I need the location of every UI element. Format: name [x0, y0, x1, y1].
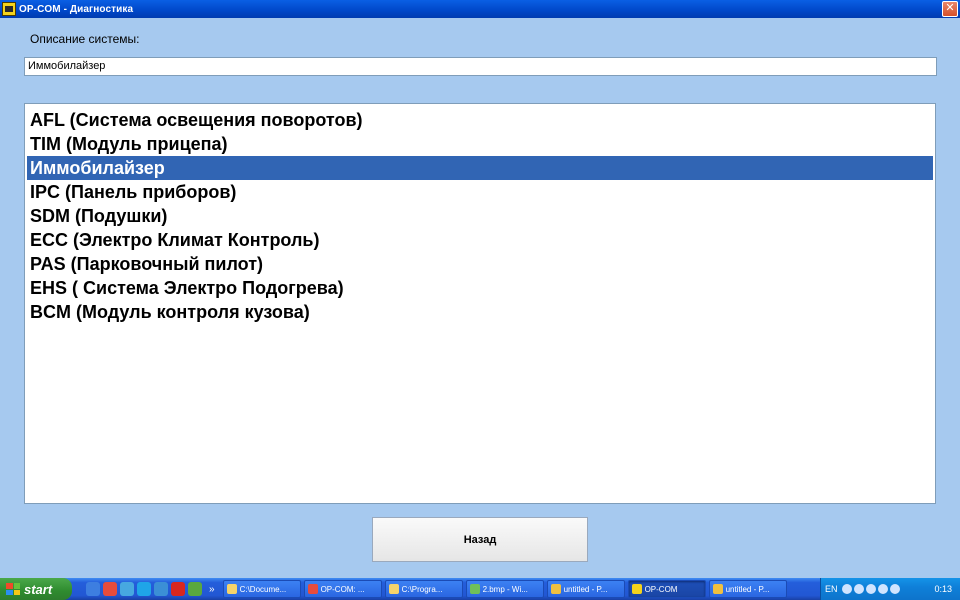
list-item-ecc[interactable]: ECC (Электро Климат Контроль) [27, 228, 933, 252]
image-icon [469, 584, 480, 594]
window-title: OP-COM - Диагностика [19, 3, 134, 15]
task-button-documents[interactable]: C:\Docume... [222, 580, 301, 598]
task-button-opcom-chrome[interactable]: OP-COM: ... [303, 580, 382, 598]
title-bar: OP-COM - Диагностика ✕ [0, 0, 960, 18]
opcom-app-icon [2, 2, 16, 16]
windows-flag-icon [6, 583, 20, 595]
chrome-icon[interactable] [103, 582, 117, 596]
list-item-pas[interactable]: PAS (Парковочный пилот) [27, 252, 933, 276]
paint-icon [712, 584, 723, 594]
list-item-ipc[interactable]: IPC (Панель приборов) [27, 180, 933, 204]
quick-launch: » [86, 582, 215, 596]
clock: 0:13 [934, 584, 952, 594]
start-label: start [24, 581, 53, 597]
opcom-icon [631, 584, 642, 594]
ie-icon[interactable] [86, 582, 100, 596]
systems-list[interactable]: AFL (Система освещения поворотов) TIM (М… [24, 103, 936, 504]
skype-icon[interactable] [137, 582, 151, 596]
list-item-sdm[interactable]: SDM (Подушки) [27, 204, 933, 228]
back-button[interactable]: Назад [372, 517, 588, 562]
chrome-icon [307, 584, 318, 594]
task-button-image-viewer[interactable]: 2.bmp - Wi... [465, 580, 544, 598]
network-icon[interactable] [853, 584, 864, 594]
list-item-immobilizer[interactable]: Иммобилайзер [27, 156, 933, 180]
paint-icon [550, 584, 561, 594]
task-button-paint-2[interactable]: untitled - P... [708, 580, 787, 598]
task-label: OP-COM [644, 584, 678, 594]
tray-icons [841, 584, 900, 594]
close-button[interactable]: ✕ [942, 1, 958, 17]
list-item-bcm[interactable]: BCM (Модуль контроля кузова) [27, 300, 933, 324]
task-label: untitled - P... [725, 584, 770, 594]
description-field[interactable]: Иммобилайзер [24, 57, 937, 76]
mail-icon[interactable] [877, 584, 888, 594]
task-label: OP-COM: ... [320, 584, 365, 594]
wifi-icon[interactable] [889, 584, 900, 594]
opera-icon[interactable] [171, 582, 185, 596]
task-label: C:\Docume... [239, 584, 287, 594]
system-tray: EN 0:13 [820, 578, 960, 600]
utorrent-icon[interactable] [120, 582, 134, 596]
task-label: untitled - P... [563, 584, 608, 594]
taskbar: start » C:\Docume... OP-COM: ... C:\Prog… [0, 578, 960, 600]
folder-icon [226, 584, 237, 594]
volume-icon[interactable] [865, 584, 876, 594]
folder-icon [388, 584, 399, 594]
task-button-paint-1[interactable]: untitled - P... [546, 580, 625, 598]
ie-alt-icon[interactable] [154, 582, 168, 596]
quick-launch-more-icon[interactable]: » [209, 584, 215, 595]
start-button[interactable]: start [0, 578, 72, 600]
task-button-opcom[interactable]: OP-COM [627, 580, 706, 598]
task-button-program-files[interactable]: C:\Progra... [384, 580, 463, 598]
description-label: Описание системы: [30, 32, 140, 46]
list-item-afl[interactable]: AFL (Система освещения поворотов) [27, 108, 933, 132]
back-arrow-icon[interactable] [841, 584, 852, 594]
app-green-icon[interactable] [188, 582, 202, 596]
task-label: 2.bmp - Wi... [482, 584, 528, 594]
task-buttons: C:\Docume... OP-COM: ... C:\Progra... 2.… [222, 580, 787, 598]
language-indicator[interactable]: EN [825, 584, 838, 594]
list-item-tim[interactable]: TIM (Модуль прицепа) [27, 132, 933, 156]
list-item-ehs[interactable]: EHS ( Система Электро Подогрева) [27, 276, 933, 300]
task-label: C:\Progra... [401, 584, 443, 594]
